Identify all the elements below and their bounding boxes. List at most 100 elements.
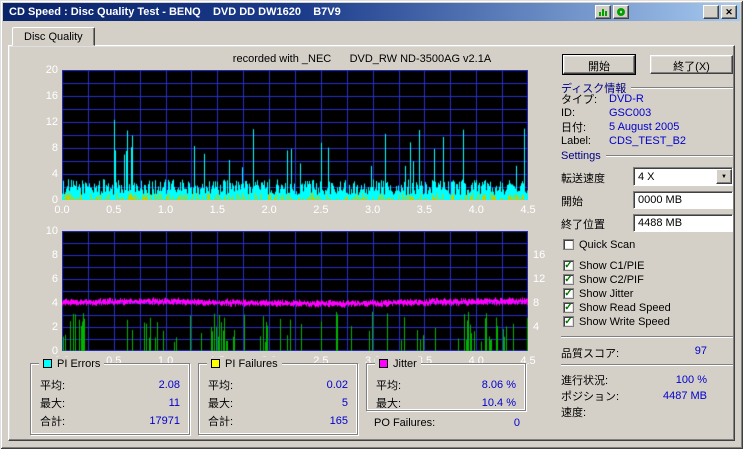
quality-score-value: 97	[694, 345, 707, 357]
stat-value: 8.06 %	[481, 379, 516, 391]
checkbox-box[interactable]: ✓	[563, 274, 574, 285]
color-swatch	[211, 359, 220, 368]
titlebar-buttons: ✕	[595, 5, 737, 19]
checkbox-show-write-speed[interactable]: ✓ Show Write Speed	[563, 315, 735, 328]
window-title: CD Speed : Disc Quality Test - BENQ DVD …	[9, 6, 341, 18]
po-failures-label: PO Failures:	[374, 417, 436, 429]
stat-value: 5	[341, 397, 348, 409]
transfer-speed-value: 4 X	[638, 170, 655, 183]
status-row: ポジション: 4487 MB	[561, 388, 733, 404]
checkbox-box[interactable]	[563, 239, 574, 250]
stat-row: 平均: 2.08	[40, 376, 180, 394]
close-icon: ✕	[725, 6, 733, 17]
stat-value: 0.02	[326, 379, 348, 391]
checkbox-box[interactable]: ✓	[563, 260, 574, 271]
stat-label: 合計:	[208, 416, 234, 428]
stat-title: Jitter	[393, 357, 417, 370]
po-failures-row: PO Failures: 0	[374, 417, 520, 429]
stat-label: 平均:	[376, 380, 402, 392]
end-position-field[interactable]: 4488 MB	[633, 214, 733, 232]
divider	[561, 364, 733, 366]
disc-info-value: DVD-R	[609, 93, 644, 105]
disc-info-label: 日付:	[561, 122, 587, 134]
settings-header-label: Settings	[561, 150, 601, 162]
stat-row: 最大: 5	[208, 394, 348, 412]
stat-value: 17971	[149, 415, 180, 427]
section-divider	[631, 87, 733, 89]
stat-row: 平均: 8.06 %	[376, 376, 516, 394]
disc-icon	[617, 8, 625, 16]
app-window: CD Speed : Disc Quality Test - BENQ DVD …	[0, 0, 743, 449]
color-swatch	[379, 359, 388, 368]
status-row: 速度:	[561, 404, 733, 420]
divider	[561, 336, 733, 338]
status-label: ポジション:	[561, 391, 620, 403]
disc-info-row: 日付: 5 August 2005	[561, 120, 733, 134]
transfer-speed-select[interactable]: 4 X ▼	[633, 167, 733, 186]
checkbox-label: Show Read Speed	[579, 301, 671, 314]
start-position-label: 開始	[561, 196, 583, 208]
checkbox-show-c2-pif[interactable]: ✓ Show C2/PIF	[563, 273, 735, 286]
end-position-label: 終了位置	[561, 219, 605, 231]
stat-label: 平均:	[208, 380, 234, 392]
stat-row: 最大: 11	[40, 394, 180, 412]
disc-info-row: タイプ: DVD-R	[561, 92, 733, 106]
exit-button[interactable]: 終了(X)	[650, 55, 733, 74]
transfer-speed-label: 転送速度	[561, 173, 605, 185]
disc-info-label: タイプ:	[561, 94, 598, 106]
minimize-button[interactable]	[703, 5, 719, 19]
checkbox-box[interactable]: ✓	[563, 316, 574, 327]
checkbox-label: Show C2/PIF	[579, 273, 644, 286]
stat-rows: 平均: 8.06 % 最大: 10.4 %	[367, 364, 525, 412]
tab-disc-quality[interactable]: Disc Quality	[12, 27, 95, 46]
stat-title: PI Errors	[57, 357, 101, 370]
stat-row: 最大: 10.4 %	[376, 394, 516, 412]
disc-info-value: 5 August 2005	[609, 121, 680, 133]
chart-icon-button[interactable]	[595, 5, 611, 19]
stat-rows: 平均: 2.08 最大: 11 合計: 17971	[31, 364, 189, 430]
disc-info-row: Label: CDS_TEST_B2	[561, 134, 733, 148]
checkbox-show-c1-pie[interactable]: ✓ Show C1/PIE	[563, 259, 735, 272]
stat-label: 最大:	[208, 398, 234, 410]
start-position-field[interactable]: 0000 MB	[633, 191, 733, 209]
status-value: 4487 MB	[662, 390, 707, 402]
disc-icon-button[interactable]	[613, 5, 629, 19]
disc-info-label: Label:	[561, 135, 591, 147]
stat-label: 最大:	[40, 398, 66, 410]
pi-errors-panel: PI Errors 平均: 2.08 最大: 11 合計: 17971	[30, 357, 190, 435]
color-swatch	[43, 359, 52, 368]
status-rows: 進行状況: 100 % ポジション: 4487 MB 速度:	[561, 372, 733, 420]
disc-info-row: ID: GSC003	[561, 106, 733, 120]
section-divider	[605, 155, 733, 157]
checkbox-quick-scan[interactable]: Quick Scan	[563, 238, 735, 251]
recorded-with-text: recorded with _NEC DVD_RW ND-3500AG v2.1…	[232, 53, 492, 65]
checkbox-label: Show C1/PIE	[579, 259, 645, 272]
stat-legend: PI Errors	[39, 357, 105, 370]
chevron-down-icon[interactable]: ▼	[716, 169, 732, 184]
title-bar: CD Speed : Disc Quality Test - BENQ DVD …	[3, 3, 740, 21]
quality-score-row: 品質スコア: 97	[561, 345, 733, 361]
start-button[interactable]: 開始	[563, 55, 635, 74]
checkbox-show-read-speed[interactable]: ✓ Show Read Speed	[563, 301, 735, 314]
stat-value: 10.4 %	[481, 397, 516, 409]
checkbox-box[interactable]: ✓	[563, 302, 574, 313]
quality-score-label: 品質スコア:	[561, 348, 620, 360]
po-failures-value: 0	[513, 417, 520, 429]
status-label: 速度:	[561, 407, 587, 419]
stat-rows: 平均: 0.02 最大: 5 合計: 165	[199, 364, 357, 430]
chart-icon	[599, 9, 607, 16]
status-label: 進行状況:	[561, 375, 609, 387]
disc-info-label: ID:	[561, 107, 576, 119]
stat-value: 2.08	[158, 379, 180, 391]
disc-info-value: CDS_TEST_B2	[609, 135, 687, 147]
stat-row: 平均: 0.02	[208, 376, 348, 394]
stat-legend: Jitter	[375, 357, 421, 370]
checkbox-box[interactable]: ✓	[563, 288, 574, 299]
checkbox-label: Show Write Speed	[579, 315, 670, 328]
checkbox-label: Show Jitter	[579, 287, 634, 300]
stat-label: 平均:	[40, 380, 66, 392]
pi-failures-jitter-plot	[62, 231, 528, 351]
close-button[interactable]: ✕	[721, 5, 737, 19]
checkbox-show-jitter[interactable]: ✓ Show Jitter	[563, 287, 735, 300]
status-row: 進行状況: 100 %	[561, 372, 733, 388]
